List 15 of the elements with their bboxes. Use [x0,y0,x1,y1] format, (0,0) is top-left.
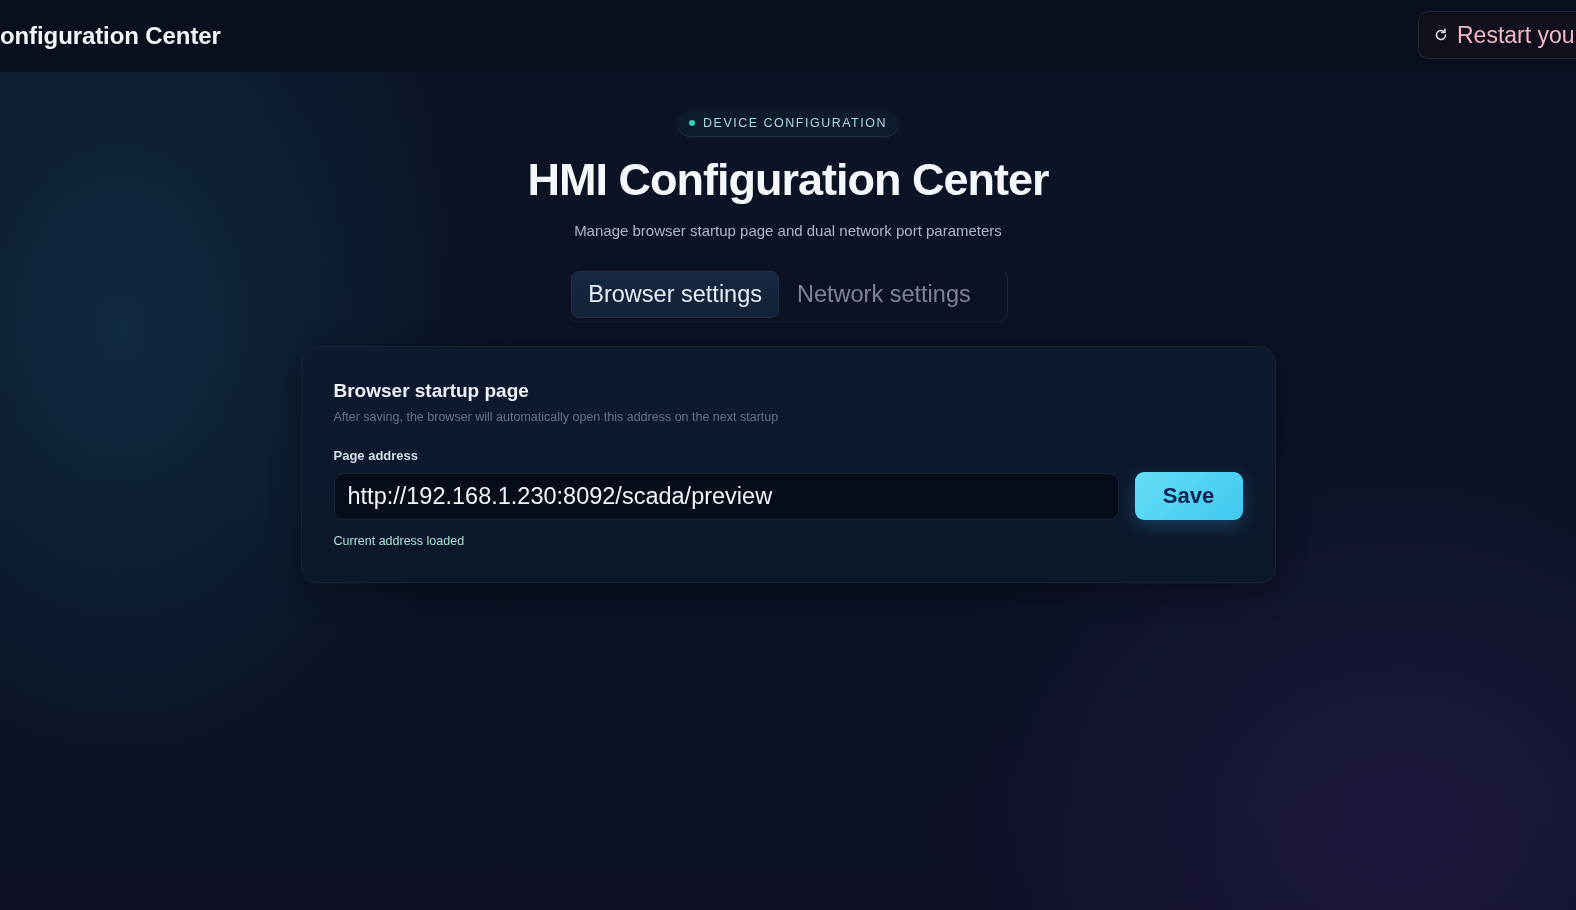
app-title: onfiguration Center [0,22,221,50]
card-title: Browser startup page [333,380,530,402]
status-dot-icon [689,120,695,126]
address-input[interactable]: http://192.168.1.230:8092/scada/preview [333,472,1119,520]
settings-tab[interactable]: Network settings [781,271,987,318]
restart-button[interactable]: Restart you [1418,11,1576,59]
page-title: HMI Configuration Center [527,153,1049,207]
refresh-icon [1434,28,1448,42]
settings-tab[interactable]: Browser settings [571,271,779,318]
card-description: After saving, the browser will automatically open this address on the next startup [333,410,780,424]
page-subtitle: Manage browser startup page and dual network port parameters [574,222,1002,239]
save-button[interactable]: Save [1134,472,1243,520]
section-badge: DEVICE CONFIGURATION [677,110,899,137]
field-label: Page address [333,448,420,463]
status-message: Current address loaded [333,534,466,548]
